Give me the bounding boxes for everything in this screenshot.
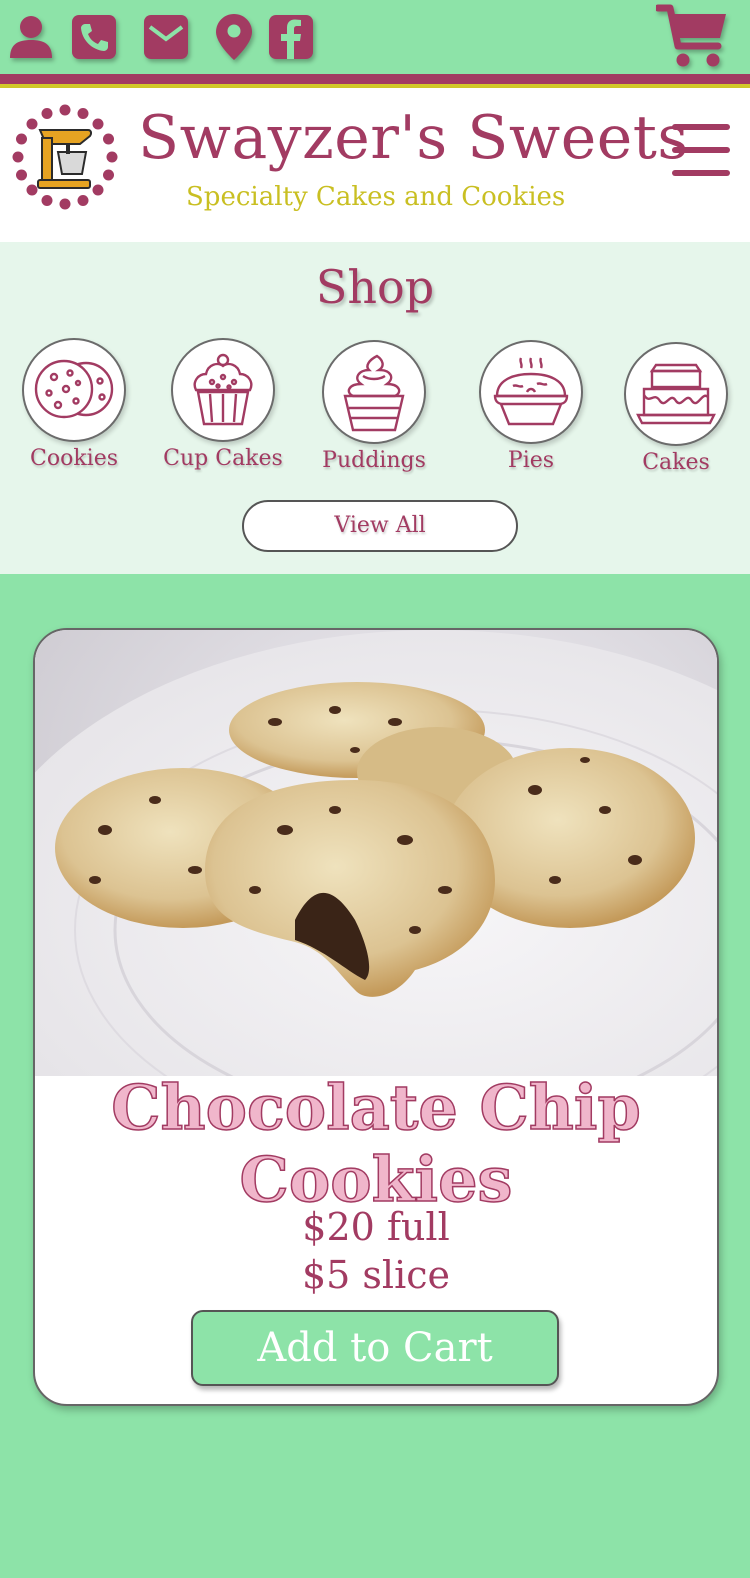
header-stripe-magenta xyxy=(0,74,750,84)
price-slice: $5 slice xyxy=(301,1253,450,1297)
top-bar xyxy=(0,0,750,74)
category-label: Pies xyxy=(507,448,555,473)
category-cookies[interactable]: Cookies xyxy=(9,338,139,471)
chocolate-chip-cookies-photo[interactable] xyxy=(35,630,717,1230)
brand-name[interactable]: Swayzer's Sweets xyxy=(138,108,689,168)
shop-section: Shop Cookies Cup Cakes Puddings Pies Cak… xyxy=(0,242,750,574)
phone-icon[interactable] xyxy=(71,12,117,62)
pie-icon xyxy=(479,340,583,444)
shop-title: Shop xyxy=(315,260,435,314)
category-cakes[interactable]: Cakes xyxy=(611,342,741,475)
product-name-line1: Chocolate Chip xyxy=(110,1071,641,1145)
map-pin-icon[interactable] xyxy=(214,12,254,62)
category-puddings[interactable]: Puddings xyxy=(309,340,439,473)
category-label: Puddings xyxy=(322,448,426,473)
brand-tagline: Specialty Cakes and Cookies xyxy=(186,182,566,212)
category-cup-cakes[interactable]: Cup Cakes xyxy=(158,338,288,471)
category-label: Cup Cakes xyxy=(163,446,283,471)
product-card: Chocolate Chip Cookies $20 full $5 slice… xyxy=(33,628,719,1406)
product-name[interactable]: Chocolate Chip Cookies xyxy=(35,1071,717,1217)
cake-icon xyxy=(624,342,728,446)
user-icon[interactable] xyxy=(8,12,54,62)
site-header: Swayzer's Sweets Specialty Cakes and Coo… xyxy=(0,88,750,242)
stand-mixer-logo[interactable] xyxy=(10,102,120,212)
hamburger-menu-icon[interactable] xyxy=(672,124,730,176)
facebook-icon[interactable] xyxy=(268,12,314,62)
add-to-cart-button[interactable]: Add to Cart xyxy=(191,1310,559,1386)
cupcake-icon xyxy=(171,338,275,442)
price-full: $20 full xyxy=(302,1205,450,1249)
category-label: Cakes xyxy=(642,450,710,475)
category-pies[interactable]: Pies xyxy=(466,340,596,473)
envelope-icon[interactable] xyxy=(143,12,189,62)
shopping-cart-icon[interactable] xyxy=(656,4,728,68)
cookies-icon xyxy=(22,338,126,442)
view-all-button[interactable]: View All xyxy=(242,500,518,552)
pudding-icon xyxy=(322,340,426,444)
category-label: Cookies xyxy=(30,446,118,471)
